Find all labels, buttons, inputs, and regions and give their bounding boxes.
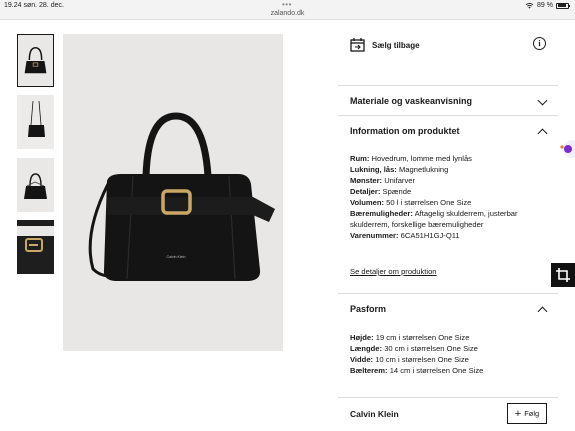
calendar-return-icon	[350, 38, 365, 52]
battery-percent: 89 %	[537, 2, 553, 9]
crop-icon	[556, 268, 570, 282]
black-handbag-illustration: Calvin Klein	[63, 34, 283, 351]
bag-open-thumbnail-image	[17, 158, 54, 212]
main-product-image[interactable]: Calvin Klein	[63, 34, 283, 351]
bag-thumbnail-image	[18, 35, 53, 86]
divider	[338, 293, 558, 294]
fit-specs: Højde: 19 cm i størrelsen One Size Længd…	[350, 332, 550, 376]
crop-button[interactable]	[551, 263, 575, 287]
sell-back-label: Sælg tilbage	[372, 40, 420, 50]
divider	[338, 115, 558, 116]
divider	[338, 85, 558, 86]
thumbnail-bag-buckle-detail[interactable]	[17, 220, 54, 274]
spec-line: Detaljer: Spænde	[350, 187, 412, 196]
spec-line: Rum: Hovedrum, lomme med lynlås	[350, 154, 472, 163]
divider	[338, 397, 558, 398]
chat-assistant-icon[interactable]	[548, 138, 575, 160]
spec-line: Bæremuligheder: Aftagelig skulderrem, ju…	[350, 209, 518, 218]
plus-icon: +	[514, 407, 522, 420]
brand-name[interactable]: Calvin Klein	[350, 409, 399, 419]
battery-icon	[556, 2, 570, 9]
chevron-up-icon	[537, 306, 548, 317]
accordion-fit[interactable]: Pasform	[338, 295, 558, 323]
spec-line: Højde: 19 cm i størrelsen One Size	[350, 333, 470, 342]
spec-line: Lukning, lås: Magnetlukning	[350, 165, 449, 174]
spec-line: Volumen: 50 l i størrelsen One Size	[350, 198, 472, 207]
follow-button[interactable]: + Følg	[507, 403, 547, 424]
sell-back-row[interactable]: Sælg tilbage i	[338, 28, 558, 62]
accordion-product-info[interactable]: Information om produktet	[338, 117, 558, 145]
spec-line: skulderrem, forskellige bæremuligheder	[350, 220, 484, 229]
product-info-specs: Rum: Hovedrum, lomme med lynlås Lukning,…	[350, 153, 550, 241]
follow-label: Følg	[524, 409, 540, 418]
thumbnail-bag-worn[interactable]	[17, 95, 54, 149]
accordion-material-title: Materiale og vaskeanvisning	[350, 96, 473, 106]
chevron-down-icon	[537, 95, 548, 106]
info-icon[interactable]: i	[533, 37, 546, 50]
production-details-link[interactable]: Se detaljer om produktion	[350, 267, 437, 276]
bag-worn-thumbnail-image	[17, 95, 54, 149]
thumbnail-bag-front[interactable]	[17, 34, 54, 87]
spec-line: Mønster: Unifarver	[350, 176, 415, 185]
wifi-icon	[525, 3, 534, 9]
status-bar: 19.24 søn. 28. dec. ••• zalando.dk 89 %	[0, 0, 575, 20]
accordion-material[interactable]: Materiale og vaskeanvisning	[338, 87, 558, 115]
thumbnail-bag-open[interactable]	[17, 158, 54, 212]
spec-line: Varenummer: 6CA51H1GJ-Q11	[350, 231, 460, 240]
address-url[interactable]: zalando.dk	[0, 10, 575, 17]
multitasking-dots[interactable]: •••	[282, 0, 292, 9]
status-indicators: 89 %	[525, 2, 570, 9]
status-time-date: 19.24 søn. 28. dec.	[4, 2, 64, 9]
chevron-up-icon	[537, 128, 548, 139]
spec-line: Længde: 30 cm i størrelsen One Size	[350, 344, 478, 353]
accordion-fit-title: Pasform	[350, 304, 387, 314]
spec-line: Bælterem: 14 cm i størrelsen One Size	[350, 366, 484, 375]
bag-buckle-thumbnail-image	[17, 220, 54, 274]
accordion-product-info-title: Information om produktet	[350, 126, 460, 136]
bag-logo-text: Calvin Klein	[167, 255, 186, 259]
spec-line: Vidde: 10 cm i størrelsen One Size	[350, 355, 469, 364]
